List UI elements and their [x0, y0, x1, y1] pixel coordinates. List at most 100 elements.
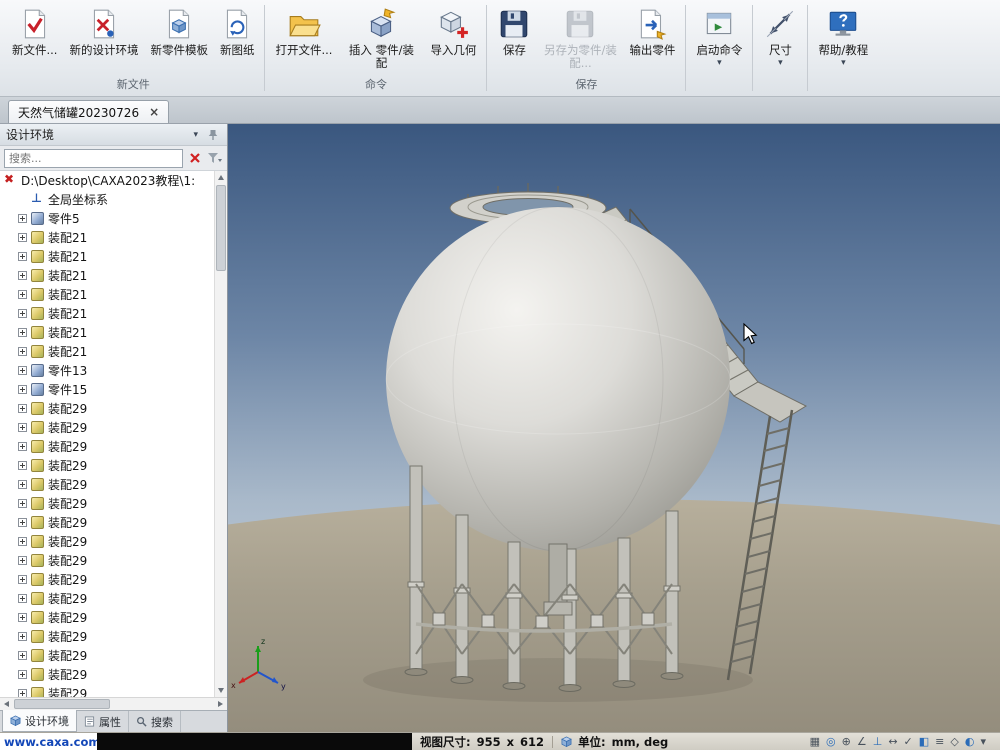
open-file-button[interactable]: 打开文件... [269, 3, 338, 74]
caxa-link[interactable]: www.caxa.com [0, 733, 97, 750]
snap-center-icon[interactable]: ◎ [826, 736, 836, 747]
pin-icon[interactable] [204, 126, 221, 143]
list-mode-icon[interactable]: ≡ [935, 736, 944, 747]
expander-icon[interactable] [18, 632, 27, 641]
expander-icon[interactable] [18, 385, 27, 394]
tree-item[interactable]: 装配29 [0, 646, 214, 665]
expander-icon[interactable] [18, 214, 27, 223]
expander-icon[interactable] [18, 404, 27, 413]
start-command-button[interactable]: 启动命令 ▾ [690, 3, 748, 90]
tree-item[interactable]: 装配29 [0, 456, 214, 475]
expander-icon[interactable] [18, 442, 27, 451]
viewport-3d[interactable]: z x y [228, 124, 1000, 732]
snap-point-icon[interactable]: ⊕ [842, 736, 851, 747]
expander-icon[interactable] [18, 233, 27, 242]
tree-item[interactable]: 装配29 [0, 570, 214, 589]
display-grid-icon[interactable]: ▦ [810, 736, 820, 747]
tree-item[interactable]: 装配21 [0, 285, 214, 304]
tree-item-label: 装配29 [48, 685, 87, 697]
tree-item[interactable]: 装配21 [0, 228, 214, 247]
confirm-icon[interactable]: ✓ [904, 736, 913, 747]
expander-icon[interactable] [18, 575, 27, 584]
expander-icon[interactable] [18, 480, 27, 489]
tree-horizontal-scrollbar[interactable] [0, 697, 227, 710]
tree-item[interactable]: 装配21 [0, 304, 214, 323]
tree-item[interactable]: 零件13 [0, 361, 214, 380]
help-button[interactable]: 帮助/教程 ▾ [812, 3, 874, 90]
search-input[interactable] [4, 149, 183, 168]
new-drawing-button[interactable]: 新图纸 [214, 3, 261, 74]
expander-icon[interactable] [18, 670, 27, 679]
expander-icon[interactable] [18, 689, 27, 697]
tab-close-icon[interactable]: × [149, 106, 159, 118]
save-as-button[interactable]: 另存为零件/装配... [537, 3, 623, 74]
scroll-up-icon[interactable] [215, 171, 227, 184]
tree-item[interactable]: 装配29 [0, 627, 214, 646]
expander-icon[interactable] [18, 366, 27, 375]
save-button[interactable]: 保存 [491, 3, 537, 74]
wireframe-icon[interactable]: ◇ [950, 736, 958, 747]
expander-icon[interactable] [18, 328, 27, 337]
tab-properties[interactable]: 属性 [77, 711, 129, 732]
ortho-mode-icon[interactable]: ⊥ [873, 736, 883, 747]
tree-item[interactable]: 装配29 [0, 437, 214, 456]
tree-item[interactable]: 装配21 [0, 323, 214, 342]
expander-icon[interactable] [18, 423, 27, 432]
tree-item[interactable]: 零件5 [0, 209, 214, 228]
scrollbar-thumb[interactable] [14, 699, 110, 709]
tree-item[interactable]: 装配29 [0, 475, 214, 494]
expander-icon[interactable] [18, 347, 27, 356]
scrollbar-thumb[interactable] [216, 185, 226, 271]
expander-icon[interactable] [18, 271, 27, 280]
import-geometry-button[interactable]: 导入几何 [424, 3, 482, 74]
new-part-template-button[interactable]: 新零件模板 [144, 3, 214, 74]
new-design-env-button[interactable]: 新的设计环境 [63, 3, 144, 74]
expander-icon[interactable] [18, 461, 27, 470]
tree-item[interactable]: 装配21 [0, 266, 214, 285]
new-file-button[interactable]: 新文件... [6, 3, 63, 74]
expander-icon[interactable] [18, 556, 27, 565]
tree-item[interactable]: 装配29 [0, 665, 214, 684]
tree-vertical-scrollbar[interactable] [214, 171, 227, 697]
tree-item[interactable]: 零件15 [0, 380, 214, 399]
tree-item[interactable]: 装配29 [0, 684, 214, 697]
expander-icon[interactable] [18, 594, 27, 603]
scroll-down-icon[interactable] [215, 684, 227, 697]
tree-root-item[interactable]: D:\Desktop\CAXA2023教程\1: [0, 171, 214, 190]
pan-mode-icon[interactable]: ↔ [888, 736, 897, 747]
panel-menu-caret-icon[interactable]: ▾ [193, 130, 198, 140]
scroll-right-icon[interactable] [214, 698, 227, 711]
scroll-left-icon[interactable] [0, 698, 13, 711]
tab-search[interactable]: 搜索 [129, 711, 181, 732]
expander-icon[interactable] [18, 537, 27, 546]
document-tab[interactable]: 天然气储罐20230726 × [8, 100, 169, 123]
tree-item[interactable]: 装配29 [0, 532, 214, 551]
expander-icon[interactable] [18, 613, 27, 622]
expander-icon[interactable] [18, 499, 27, 508]
tree-item[interactable]: 装配29 [0, 494, 214, 513]
shade-mode-icon[interactable]: ◧ [919, 736, 929, 747]
tree-item[interactable]: 装配29 [0, 551, 214, 570]
tree-item[interactable]: 装配21 [0, 247, 214, 266]
dimensions-button[interactable]: 尺寸 ▾ [757, 3, 803, 90]
tree-item[interactable]: 装配29 [0, 589, 214, 608]
tab-design-environment[interactable]: 设计环境 [2, 710, 77, 732]
clear-search-icon[interactable] [186, 150, 203, 167]
more-options-caret[interactable]: ▾ [980, 736, 986, 747]
angle-snap-icon[interactable]: ∠ [857, 736, 867, 747]
expander-icon[interactable] [18, 252, 27, 261]
tree-item[interactable]: 装配29 [0, 608, 214, 627]
tree-item[interactable]: 装配29 [0, 399, 214, 418]
export-part-button[interactable]: 输出零件 [623, 3, 681, 74]
tree-item[interactable]: 装配29 [0, 418, 214, 437]
tree-item[interactable]: 装配29 [0, 513, 214, 532]
expander-icon[interactable] [18, 309, 27, 318]
filter-icon[interactable] [206, 150, 223, 167]
expander-icon[interactable] [18, 290, 27, 299]
tree-item[interactable]: 装配21 [0, 342, 214, 361]
expander-icon[interactable] [18, 518, 27, 527]
tree-item[interactable]: 全局坐标系 [0, 190, 214, 209]
half-render-icon[interactable]: ◐ [965, 736, 975, 747]
expander-icon[interactable] [18, 651, 27, 660]
insert-part-button[interactable]: 插入 零件/装配 [338, 3, 424, 74]
